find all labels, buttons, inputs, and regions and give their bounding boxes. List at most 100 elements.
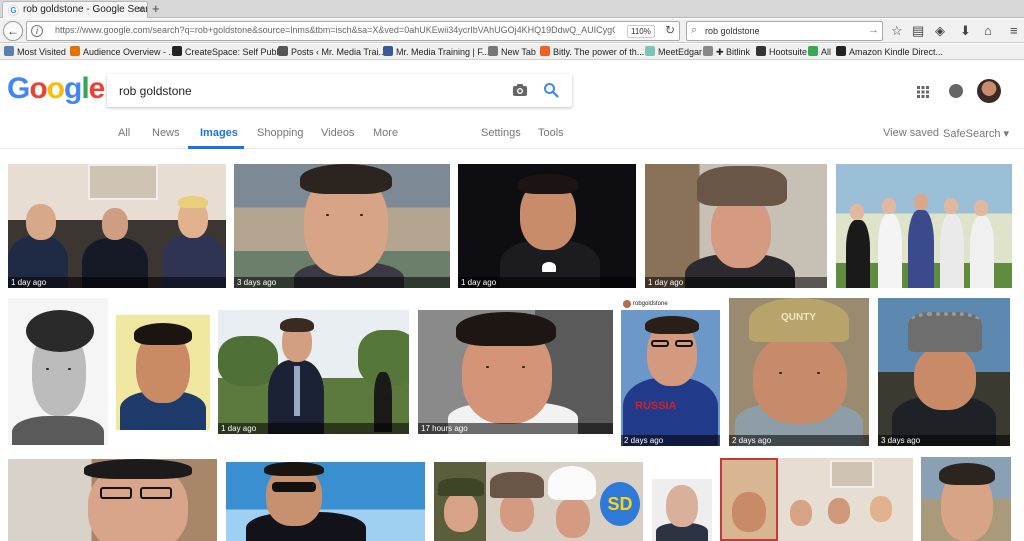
bookmark-posts[interactable]: Posts ‹ Mr. Media Trai...	[278, 46, 386, 58]
reload-icon[interactable]: ↻	[665, 23, 675, 37]
globe-icon	[703, 46, 713, 56]
fur-hat	[490, 472, 544, 498]
tab-shopping[interactable]: Shopping	[257, 127, 304, 139]
image-result[interactable]: 1 day ago	[218, 310, 409, 434]
back-arrow-icon[interactable]: ←	[3, 21, 23, 41]
image-result[interactable]: SD	[434, 462, 643, 541]
tab-close-icon[interactable]: ×	[138, 2, 144, 18]
poster-avatar	[623, 300, 631, 308]
cap-text: QUNTY	[781, 312, 816, 323]
sticker-badge: SD	[600, 482, 640, 526]
tools-link[interactable]: Tools	[538, 127, 564, 139]
image-result[interactable]: robgoldstone RUSSIA 2 days ago	[621, 298, 720, 446]
notifications-bell-icon[interactable]	[949, 84, 963, 98]
logo-mark	[542, 262, 556, 272]
bookmark-createspace[interactable]: CreateSpace: Self Publ...	[172, 46, 286, 58]
bookmark-meetedgar[interactable]: MeetEdgar	[645, 46, 702, 58]
image-result[interactable]	[116, 315, 210, 430]
search-icon: ⌕	[691, 24, 698, 36]
image-age-label: 1 day ago	[218, 423, 409, 434]
feedly-icon	[808, 46, 818, 56]
new-tab-icon[interactable]: +	[152, 0, 160, 17]
image-result[interactable]: 17 hours ago	[418, 310, 613, 434]
image-age-label: 1 day ago	[645, 277, 827, 288]
bookmark-amazon-kindle[interactable]: Amazon Kindle Direct...	[836, 46, 943, 58]
view-saved-link[interactable]: View saved	[883, 127, 939, 139]
image-result[interactable]	[226, 462, 425, 541]
bookmark-new-tab[interactable]: New Tab	[488, 46, 536, 58]
pocket-shield-icon[interactable]: ◈	[935, 23, 945, 38]
image-age-label: 17 hours ago	[418, 423, 613, 434]
image-result[interactable]: 1 day ago	[458, 164, 636, 288]
tab-news[interactable]: News	[152, 127, 180, 139]
image-age-label: 3 days ago	[878, 435, 1010, 446]
browser-tab-strip: G rob goldstone - Google Search × +	[0, 0, 1024, 18]
image-result[interactable]: 3 days ago	[234, 164, 450, 288]
image-result[interactable]: 3 days ago	[878, 298, 1010, 446]
bookmark-hootsuite[interactable]: Hootsuite	[756, 46, 807, 58]
camera-icon[interactable]	[512, 82, 528, 98]
folder-icon	[4, 46, 14, 56]
download-arrow-icon[interactable]: ⬇	[960, 23, 971, 38]
amazon-icon	[836, 46, 846, 56]
bitly-icon	[540, 46, 550, 56]
image-result[interactable]	[921, 457, 1011, 541]
bookmark-bitlink[interactable]: ✚ Bitlink	[703, 46, 750, 58]
createspace-icon	[172, 46, 182, 56]
browser-nav-bar: ← i https://www.google.com/search?q=rob+…	[0, 19, 1024, 43]
necktie	[294, 366, 300, 416]
apps-grid-icon[interactable]	[917, 86, 929, 98]
image-age-label: 3 days ago	[234, 277, 450, 288]
search-menu-row: All News Images Shopping Videos More Set…	[0, 119, 1024, 149]
settings-link[interactable]: Settings	[481, 127, 521, 139]
search-query-text: rob goldstone	[119, 84, 192, 98]
image-result[interactable]	[8, 298, 108, 445]
avatar[interactable]	[977, 79, 1001, 103]
crown	[908, 312, 982, 352]
zoom-indicator[interactable]: 110%	[627, 25, 655, 38]
google-search-box[interactable]: rob goldstone	[107, 74, 572, 107]
tab-title: rob goldstone - Google Search	[23, 4, 148, 15]
tab-videos[interactable]: Videos	[321, 127, 354, 139]
image-result[interactable]	[652, 479, 712, 541]
wordpress-icon	[278, 46, 288, 56]
browser-tab[interactable]: G rob goldstone - Google Search ×	[2, 1, 148, 18]
chef-hat	[548, 466, 596, 500]
bookmark-most-visited[interactable]: Most Visited	[4, 46, 66, 58]
search-icon[interactable]	[543, 82, 559, 98]
image-result[interactable]: 1 day ago	[645, 164, 827, 288]
safesearch-dropdown[interactable]: SafeSearch ▾	[943, 127, 1009, 140]
hootsuite-icon	[756, 46, 766, 56]
military-cap	[438, 478, 484, 496]
url-text: https://www.google.com/search?q=rob+gold…	[55, 25, 615, 35]
bookmark-all[interactable]: All	[808, 46, 831, 58]
browser-search-bar[interactable]: ⌕ rob goldstone →	[686, 21, 883, 41]
tab-all[interactable]: All	[118, 127, 130, 139]
info-icon[interactable]: i	[31, 25, 43, 37]
tab-images[interactable]: Images	[200, 127, 238, 139]
hamburger-menu-icon[interactable]: ≡	[1010, 23, 1018, 38]
address-bar[interactable]: i https://www.google.com/search?q=rob+go…	[26, 21, 680, 41]
image-age-label: 1 day ago	[8, 277, 226, 288]
image-result[interactable]	[720, 458, 913, 541]
post-header: robgoldstone	[621, 298, 720, 310]
home-icon[interactable]: ⌂	[984, 23, 992, 38]
image-result[interactable]	[836, 164, 1012, 288]
search-go-arrow-icon[interactable]: →	[868, 24, 879, 36]
sunglasses	[272, 482, 316, 492]
image-result[interactable]: QUNTY 2 days ago	[729, 298, 869, 446]
bookmark-audience-overview[interactable]: Audience Overview - ...	[70, 46, 176, 58]
bookmark-star-icon[interactable]: ☆	[891, 23, 903, 38]
facebook-icon	[383, 46, 393, 56]
bookmark-bitly[interactable]: Bitly. The power of th...	[540, 46, 644, 58]
image-result[interactable]: 1 day ago	[8, 164, 226, 288]
bookmark-mr-media-training[interactable]: Mr. Media Training | F...	[383, 46, 489, 58]
image-result[interactable]	[8, 459, 217, 541]
google-logo[interactable]: Google	[7, 72, 105, 106]
active-tab-underline	[188, 146, 244, 149]
analytics-icon	[70, 46, 80, 56]
shirt-text: RUSSIA	[635, 400, 677, 412]
tab-more[interactable]: More	[373, 127, 398, 139]
reading-list-icon[interactable]: ▤	[912, 23, 924, 38]
google-favicon-icon: G	[8, 5, 19, 16]
